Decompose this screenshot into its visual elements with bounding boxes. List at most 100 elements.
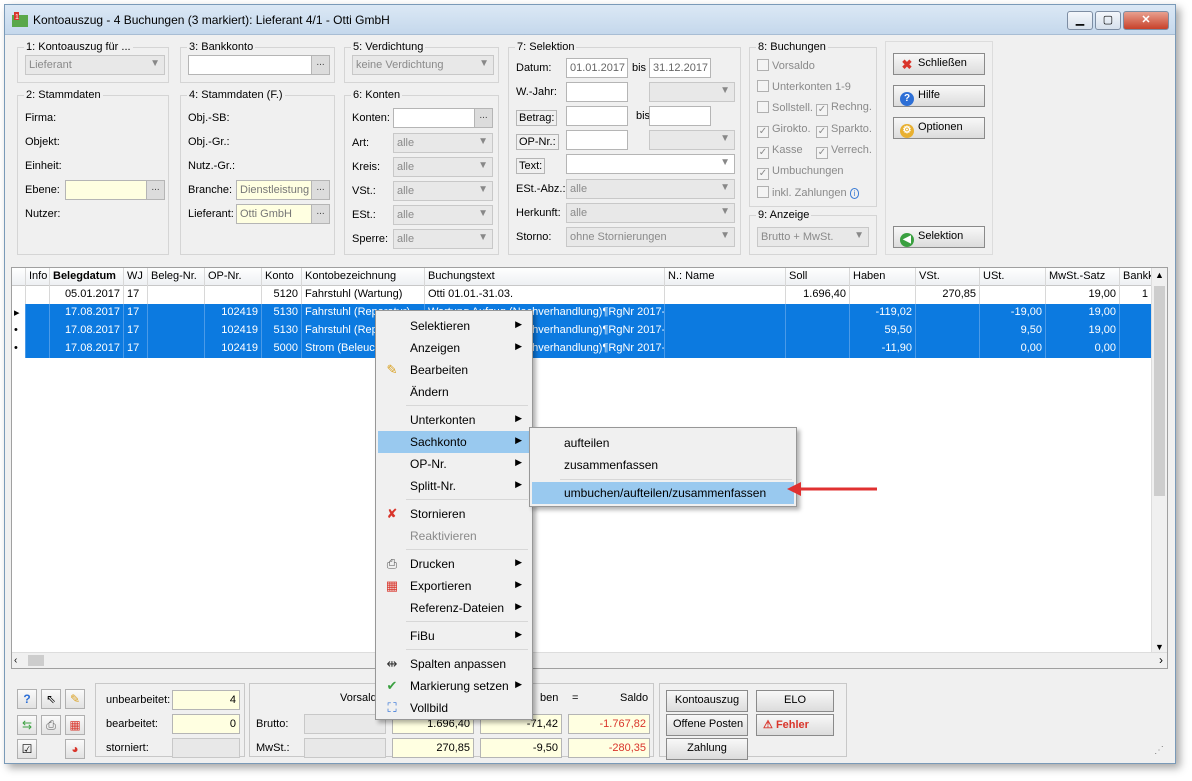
offene-posten-button[interactable]: Offene Posten bbox=[666, 714, 748, 736]
submenu-item-umbuchen[interactable]: umbuchen/aufteilen/zusammenfassen bbox=[532, 482, 794, 504]
opnr-select[interactable]: ▼ bbox=[649, 130, 735, 150]
bankkonto-field[interactable]: ... bbox=[188, 55, 330, 75]
info-icon[interactable]: i bbox=[849, 188, 860, 199]
anzeige-select[interactable]: Brutto + MwSt. ▼ bbox=[757, 227, 869, 247]
header-kontobezeichnung[interactable]: Kontobezeichnung bbox=[302, 268, 425, 286]
verdichtung-select[interactable]: keine Verdichtung ▼ bbox=[352, 55, 494, 75]
menu-item-ändern[interactable]: Ändern bbox=[378, 381, 530, 403]
herkunft-select[interactable]: alle ▼ bbox=[566, 203, 735, 223]
scroll-thumb[interactable] bbox=[1154, 286, 1165, 496]
menu-item-splitt-nr[interactable]: Splitt-Nr. ▶ bbox=[378, 475, 530, 497]
horizontal-scrollbar[interactable]: ‹ › bbox=[12, 652, 1167, 668]
maximize-button[interactable]: ▢ bbox=[1095, 11, 1121, 30]
chevron-left-icon[interactable]: ‹ bbox=[14, 655, 17, 666]
est-select[interactable]: alle ▼ bbox=[393, 205, 493, 225]
vertical-scrollbar[interactable]: ▲ ▼ bbox=[1151, 268, 1167, 654]
wjahr-field[interactable] bbox=[566, 82, 628, 102]
header-opnr[interactable]: OP-Nr. bbox=[205, 268, 262, 286]
header-belegdatum[interactable]: Belegdatum bbox=[50, 268, 124, 286]
submenu-item-aufteilen[interactable]: aufteilen bbox=[532, 432, 794, 454]
sparkto-checkbox[interactable]: ✓ Sparkto. bbox=[816, 123, 872, 138]
sollstell-checkbox[interactable]: Sollstell. bbox=[757, 101, 813, 114]
chevron-right-icon[interactable]: › bbox=[1159, 653, 1163, 667]
pointer-icon[interactable]: ⇖ bbox=[41, 689, 61, 709]
help-icon[interactable]: ? bbox=[17, 689, 37, 709]
menu-item-bearbeiten[interactable]: ✎ Bearbeiten bbox=[378, 359, 530, 381]
konten-field[interactable]: ... bbox=[393, 108, 493, 128]
menu-item-spalten-anpassen[interactable]: ⇹ Spalten anpassen bbox=[378, 653, 530, 675]
kontoauszug-button[interactable]: Kontoauszug bbox=[666, 690, 748, 712]
header-soll[interactable]: Soll bbox=[786, 268, 850, 286]
header-buchungstext[interactable]: Buchungstext bbox=[425, 268, 665, 286]
resize-grip-icon[interactable]: ⋰ bbox=[1154, 745, 1166, 757]
wjahr-select[interactable]: ▼ bbox=[649, 82, 735, 102]
lieferant-field[interactable]: Otti GmbH... bbox=[236, 204, 330, 224]
text-select[interactable]: ▼ bbox=[566, 154, 735, 174]
browse-icon[interactable]: ... bbox=[311, 56, 329, 74]
header-konto[interactable]: Konto bbox=[262, 268, 302, 286]
art-select[interactable]: alle ▼ bbox=[393, 133, 493, 153]
betrag-label[interactable]: Betrag: bbox=[516, 110, 558, 126]
hilfe-button[interactable]: ? Hilfe bbox=[893, 85, 985, 107]
menu-item-op-nr[interactable]: OP-Nr. ▶ bbox=[378, 453, 530, 475]
betrag-to-field[interactable] bbox=[649, 106, 711, 126]
scroll-thumb[interactable] bbox=[28, 655, 44, 666]
header-name[interactable]: N.: Name bbox=[665, 268, 786, 286]
estabz-select[interactable]: alle ▼ bbox=[566, 179, 735, 199]
header-haben[interactable]: Haben bbox=[850, 268, 916, 286]
menu-item-selektieren[interactable]: Selektieren ▶ bbox=[378, 315, 530, 337]
betrag-from-field[interactable] bbox=[566, 106, 628, 126]
header-mwst[interactable]: MwSt.-Satz bbox=[1046, 268, 1120, 286]
header-vst[interactable]: VSt. bbox=[916, 268, 980, 286]
header-info[interactable]: Info bbox=[26, 268, 50, 286]
selektion-button[interactable]: ◀ Selektion bbox=[893, 226, 985, 248]
chevron-down-icon[interactable]: ▼ bbox=[1155, 642, 1164, 652]
kontoauszug-fuer-select[interactable]: Lieferant ▼ bbox=[25, 55, 165, 75]
table-row[interactable]: • 17.08.2017 17 102419 5130 Fahrstuhl (Repara… bbox=[12, 322, 1152, 340]
opnr-field[interactable] bbox=[566, 130, 628, 150]
datum-from-field[interactable]: 01.01.2017 bbox=[566, 58, 628, 78]
kreis-select[interactable]: alle ▼ bbox=[393, 157, 493, 177]
menu-item-exportieren[interactable]: ▦ Exportieren ▶ bbox=[378, 575, 530, 597]
opnr-label[interactable]: OP-Nr.: bbox=[516, 134, 559, 150]
optionen-button[interactable]: ⚙ Optionen bbox=[893, 117, 985, 139]
menu-item-unterkonten[interactable]: Unterkonten ▶ bbox=[378, 409, 530, 431]
unterkonten-checkbox[interactable]: Unterkonten 1-9 bbox=[757, 80, 851, 93]
header-wj[interactable]: WJ bbox=[124, 268, 148, 286]
title-bar[interactable]: 1 Kontoauszug - 4 Buchungen (3 markiert)… bbox=[5, 5, 1175, 35]
menu-item-drucken[interactable]: ⎙ Drucken ▶ bbox=[378, 553, 530, 575]
menu-item-referenz-dateien[interactable]: Referenz-Dateien ▶ bbox=[378, 597, 530, 619]
sperre-select[interactable]: alle ▼ bbox=[393, 229, 493, 249]
table-row[interactable]: ▸ 17.08.2017 17 102419 5130 Fahrstuhl (Repara… bbox=[12, 304, 1152, 322]
browse-icon[interactable]: ... bbox=[311, 205, 329, 223]
umbuchungen-checkbox[interactable]: ✓ Umbuchungen bbox=[757, 165, 844, 180]
header-bank[interactable]: Bankk bbox=[1120, 268, 1152, 286]
printer-icon[interactable]: ⎙ bbox=[41, 715, 61, 735]
browse-icon[interactable]: ... bbox=[311, 181, 329, 199]
zahlung-button[interactable]: Zahlung bbox=[666, 738, 748, 760]
table-row[interactable]: 05.01.2017 17 5120 Fahrstuhl (Wartung) Otti … bbox=[12, 286, 1152, 304]
refresh-icon[interactable]: ⇆ bbox=[17, 715, 37, 735]
schliessen-button[interactable]: ✖ Schließen bbox=[893, 53, 985, 75]
branche-field[interactable]: Dienstleistung... bbox=[236, 180, 330, 200]
datum-to-field[interactable]: 31.12.2017 bbox=[649, 58, 711, 78]
fehler-button[interactable]: ⚠ Fehler bbox=[756, 714, 834, 736]
menu-item-stornieren[interactable]: ✘ Stornieren bbox=[378, 503, 530, 525]
chevron-up-icon[interactable]: ▲ bbox=[1155, 270, 1164, 280]
girokto-checkbox[interactable]: ✓ Girokto. bbox=[757, 123, 811, 138]
header-belegnr[interactable]: Beleg-Nr. bbox=[148, 268, 205, 286]
elo-button[interactable]: ELO bbox=[756, 690, 834, 712]
menu-item-vollbild[interactable]: ⛶ Vollbild bbox=[378, 697, 530, 719]
browse-icon[interactable]: ... bbox=[146, 181, 164, 199]
menu-item-fibu[interactable]: FiBu ▶ bbox=[378, 625, 530, 647]
checkbox-icon[interactable]: ☑ bbox=[17, 739, 37, 759]
browse-icon[interactable]: ... bbox=[474, 109, 492, 127]
verrech-checkbox[interactable]: ✓ Verrech. bbox=[816, 144, 872, 159]
rechng-checkbox[interactable]: ✓ Rechng. bbox=[816, 101, 872, 116]
kasse-checkbox[interactable]: ✓ Kasse bbox=[757, 144, 803, 159]
menu-item-markierung-setzen[interactable]: ✔ Markierung setzen ▶ bbox=[378, 675, 530, 697]
menu-item-sachkonto[interactable]: Sachkonto ▶ bbox=[378, 431, 530, 453]
storno-select[interactable]: ohne Stornierungen ▼ bbox=[566, 227, 735, 247]
pencil-icon[interactable]: ✎ bbox=[65, 689, 85, 709]
vorsaldo-checkbox[interactable]: Vorsaldo bbox=[757, 59, 815, 72]
